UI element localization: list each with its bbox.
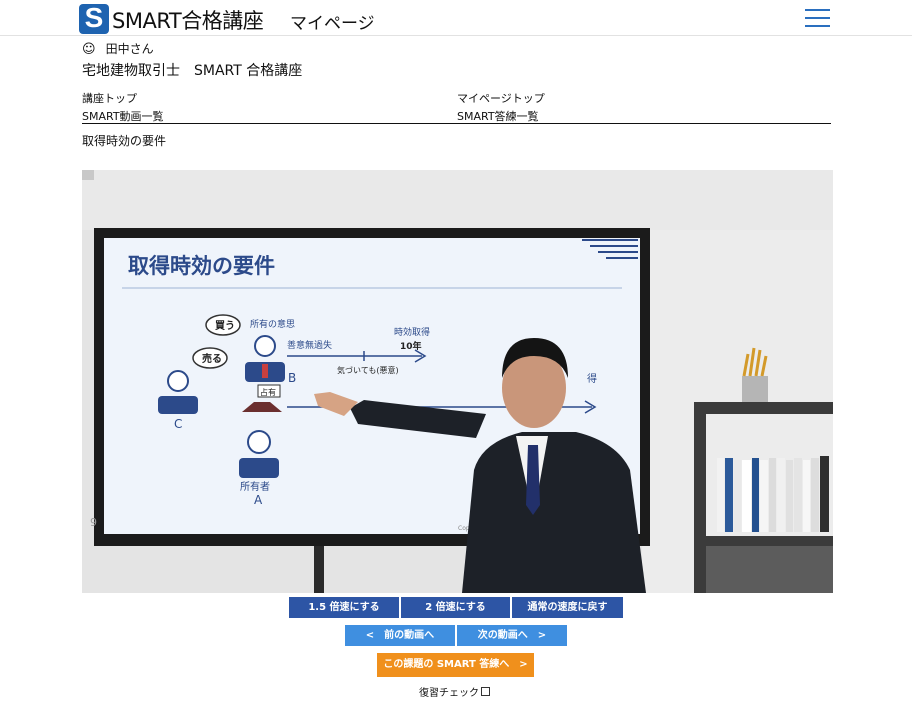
slide-label-c: C xyxy=(174,417,182,431)
site-header: S SMART合格講座 マイページ xyxy=(0,0,912,36)
nav-course-top-link[interactable]: 講座トップ xyxy=(82,90,137,106)
next-video-button[interactable]: 次の動画へ > xyxy=(457,625,567,646)
slide-noticed-label: 気づいても(悪意) xyxy=(337,365,399,375)
slide-acquire-label: 時効取得 xyxy=(394,326,430,338)
nav-answer-list-link[interactable]: SMART答練一覧 xyxy=(457,108,539,124)
speed-normal-button[interactable]: 通常の速度に戻す xyxy=(512,597,623,618)
player-time-marker: 9 xyxy=(90,516,97,529)
speed-2x-button[interactable]: 2 倍速にする xyxy=(401,597,510,618)
course-title: 宅地建物取引士 SMART 合格講座 xyxy=(82,63,303,79)
speed-1-5x-button[interactable]: 1.5 倍速にする xyxy=(289,597,399,618)
slide-label-a: A xyxy=(254,493,263,507)
slide-occupy-label: 占有 xyxy=(260,387,276,397)
logo-icon[interactable]: S xyxy=(79,2,109,34)
nav-divider xyxy=(82,123,831,124)
nav-mypage-top-link[interactable]: マイページトップ xyxy=(457,90,545,106)
user-name: 田中さん xyxy=(105,42,154,56)
slide-partial-label: 得 xyxy=(587,373,597,385)
slide-owner-label: 所有者 xyxy=(240,480,270,493)
slide-title: 取得時効の要件 xyxy=(128,254,275,278)
review-check-label: 復習チェック xyxy=(419,688,479,699)
lesson-title: 取得時効の要件 xyxy=(82,134,167,148)
user-greeting: ☺ 田中さん xyxy=(82,40,154,57)
video-frame: 取得時効の要件 買う 売る 所有の意思 B C 占有 所有者 A 善意無過失 時… xyxy=(82,170,833,593)
review-checkbox[interactable] xyxy=(481,687,490,696)
slide-sell-label: 売る xyxy=(202,352,222,365)
review-check[interactable]: 復習チェック xyxy=(419,684,490,699)
brand-name[interactable]: SMART合格講座 xyxy=(112,5,264,35)
hamburger-menu-icon[interactable] xyxy=(805,8,830,28)
slide-label-b: B xyxy=(288,371,296,385)
slide-buy-label: 買う xyxy=(215,320,235,332)
video-player[interactable]: 取得時効の要件 買う 売る 所有の意思 B C 占有 所有者 A 善意無過失 時… xyxy=(82,170,833,593)
slide-intent-label: 所有の意思 xyxy=(250,318,295,330)
nav-video-list-link[interactable]: SMART動画一覧 xyxy=(82,108,164,124)
smart-answer-button[interactable]: この課題の SMART 答練へ > xyxy=(377,653,534,677)
slide-good-faith-label: 善意無過失 xyxy=(287,339,332,351)
smiley-icon: ☺ xyxy=(82,42,96,57)
prev-video-button[interactable]: < 前の動画へ xyxy=(345,625,455,646)
page-name: マイページ xyxy=(290,14,375,34)
slide-ten-years-label: 10年 xyxy=(400,340,422,352)
